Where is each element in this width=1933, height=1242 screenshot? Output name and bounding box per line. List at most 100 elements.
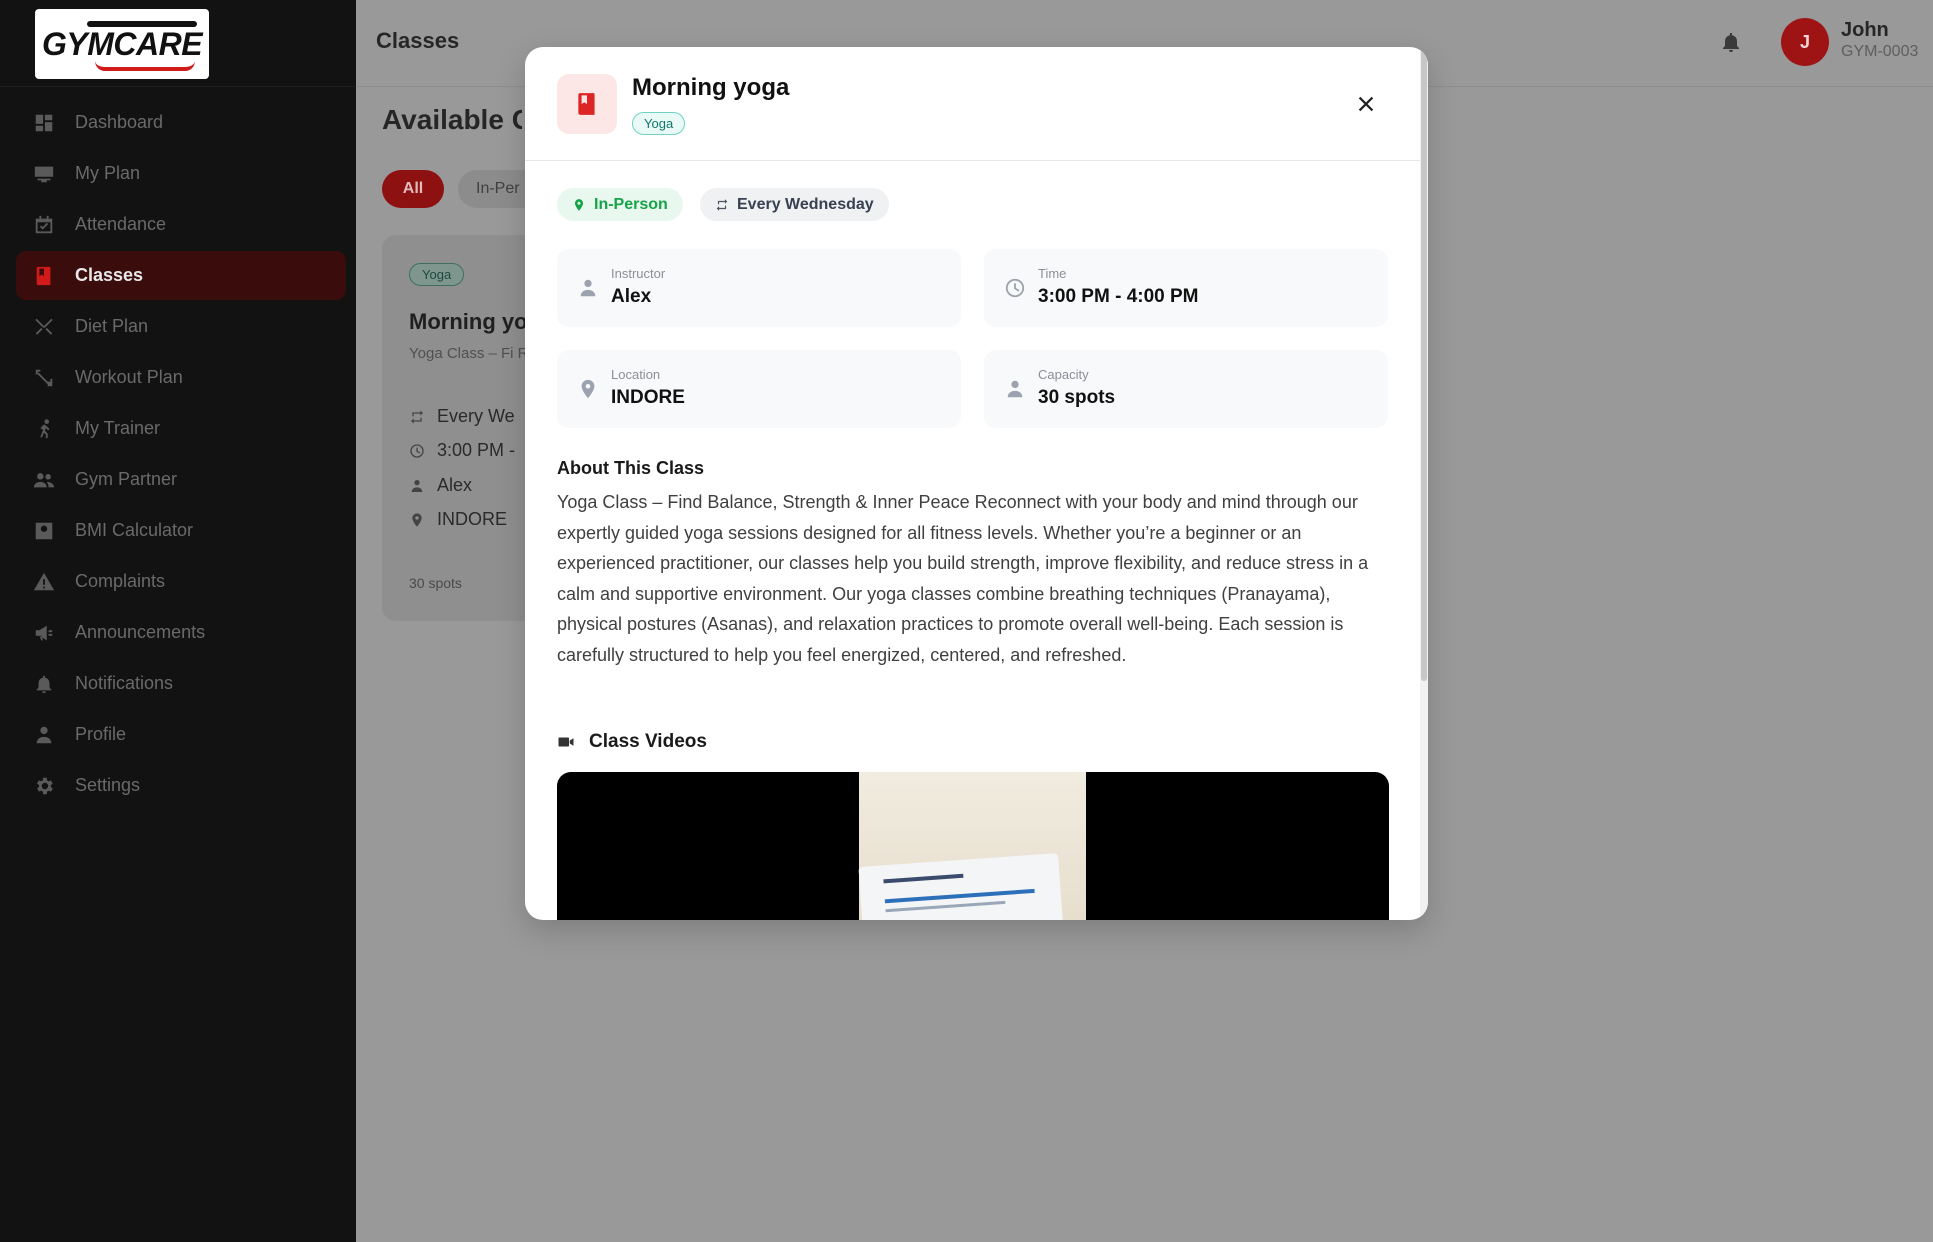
paper-line (883, 873, 964, 884)
sidebar-item-label: Attendance (75, 214, 167, 234)
time-label: Time (1038, 266, 1067, 281)
paper-line (885, 900, 1006, 913)
logo-swoosh (95, 61, 195, 71)
sidebar-item-bmi-calculator[interactable]: BMI Calculator (16, 506, 346, 555)
sidebar-item-label: Gym Partner (75, 469, 178, 489)
people-icon (33, 469, 55, 491)
capacity-label: Capacity (1038, 367, 1089, 382)
plan-icon (33, 163, 55, 185)
filter-in-person-button[interactable]: In-Per (458, 170, 528, 208)
dashboard-icon (33, 112, 55, 134)
page-title: Available C (382, 104, 522, 135)
calendar-check-icon (33, 214, 55, 236)
sidebar-item-label: Settings (75, 775, 141, 795)
sidebar-item-attendance[interactable]: Attendance (16, 200, 346, 249)
mode-chip-text: In-Person (594, 195, 668, 213)
sidebar-item-dashboard[interactable]: Dashboard (16, 98, 346, 147)
sidebar-item-label: Classes (75, 265, 144, 285)
gear-icon (33, 775, 55, 797)
clock-icon (409, 443, 425, 459)
trainer-icon (33, 418, 55, 440)
sidebar-item-profile[interactable]: Profile (16, 710, 346, 759)
people-icon (1004, 378, 1026, 400)
sidebar-item-gym-partner[interactable]: Gym Partner (16, 455, 346, 504)
sidebar-item-label: Diet Plan (75, 316, 149, 336)
sidebar-item-my-trainer[interactable]: My Trainer (16, 404, 346, 453)
class-video-player[interactable] (557, 772, 1389, 920)
person-icon (577, 277, 599, 299)
sidebar-nav: Dashboard My Plan Attendance Classes Die… (16, 98, 346, 812)
person-icon (33, 724, 55, 746)
person-icon (409, 478, 425, 494)
gymcare-logo[interactable]: GYMCARE (35, 9, 209, 79)
repeat-icon (409, 409, 425, 425)
book-icon (557, 74, 617, 134)
time-value: 3:00 PM - 4:00 PM (1038, 286, 1199, 307)
schedule-chip: Every Wednesday (700, 188, 889, 221)
class-detail-modal: Morning yoga Yoga In-Person Every Wednes… (525, 47, 1428, 920)
class-card-schedule-text: Every We (437, 406, 515, 426)
location-value: INDORE (611, 387, 685, 408)
sidebar-item-label: BMI Calculator (75, 520, 194, 540)
utensils-icon (33, 316, 55, 338)
sidebar-item-settings[interactable]: Settings (16, 761, 346, 810)
book-icon (33, 265, 55, 287)
sidebar-item-label: Dashboard (75, 112, 164, 132)
video-thumbnail-paper (858, 853, 1064, 920)
location-pin-icon (577, 378, 599, 400)
time-info-card: Time 3:00 PM - 4:00 PM (984, 249, 1388, 327)
sidebar-item-label: Profile (75, 724, 127, 744)
class-card-spots: 30 spots (409, 575, 462, 591)
class-card-tag: Yoga (409, 263, 465, 286)
class-card-instructor: Alex (409, 475, 472, 496)
about-text: Yoga Class – Find Balance, Strength & In… (557, 492, 1369, 665)
avatar[interactable]: J (1781, 18, 1829, 66)
dumbbell-icon (33, 367, 55, 389)
bell-icon (33, 673, 55, 695)
warning-icon (33, 571, 55, 593)
instructor-label: Instructor (611, 266, 666, 281)
class-card-time-text: 3:00 PM - (437, 440, 516, 460)
calculator-icon (33, 520, 55, 542)
sidebar-item-notifications[interactable]: Notifications (16, 659, 346, 708)
location-pin-icon (409, 512, 425, 528)
about-heading: About This Class (557, 458, 705, 478)
sidebar-item-label: Notifications (75, 673, 174, 693)
sidebar-item-my-plan[interactable]: My Plan (16, 149, 346, 198)
instructor-value: Alex (611, 286, 652, 307)
mode-chip: In-Person (557, 188, 683, 221)
class-card-instructor-text: Alex (437, 475, 473, 495)
location-info-card: Location INDORE (557, 350, 961, 428)
location-pin-icon (574, 198, 584, 211)
modal-category-tag: Yoga (632, 112, 686, 135)
sidebar-item-diet-plan[interactable]: Diet Plan (16, 302, 346, 351)
user-id: GYM-0003 (1841, 43, 1919, 60)
sidebar-item-label: Complaints (75, 571, 166, 591)
class-card-location: INDORE (409, 509, 507, 530)
modal-scrollbar-thumb[interactable] (1421, 49, 1427, 681)
modal-header: Morning yoga Yoga (525, 47, 1420, 161)
clock-icon (1004, 277, 1026, 299)
sidebar-item-announcements[interactable]: Announcements (16, 608, 346, 657)
sidebar-item-label: My Trainer (75, 418, 161, 438)
notification-bell-icon[interactable] (1719, 30, 1743, 54)
megaphone-icon (33, 622, 55, 644)
logo-text: GYMCARE (41, 25, 203, 62)
class-card-schedule: Every We (409, 406, 515, 427)
class-videos-heading: Class Videos (557, 731, 707, 753)
sidebar-item-label: My Plan (75, 163, 141, 183)
sidebar-item-workout-plan[interactable]: Workout Plan (16, 353, 346, 402)
modal-scrollbar[interactable] (1420, 47, 1428, 920)
close-button[interactable] (1351, 89, 1381, 119)
sidebar-item-label: Announcements (75, 622, 206, 642)
header-title: Classes (376, 28, 460, 53)
sidebar-item-label: Workout Plan (75, 367, 183, 387)
sidebar-item-classes[interactable]: Classes (16, 251, 346, 300)
modal-title: Morning yoga (632, 74, 790, 101)
class-card[interactable]: Yoga Morning yo Yoga Class – Fi Reconnec… (382, 235, 532, 621)
repeat-icon (716, 198, 728, 211)
filter-all-button[interactable]: All (382, 170, 444, 208)
class-card-name: Morning yo (409, 309, 528, 334)
sidebar: GYMCARE Dashboard My Plan Attendance Cla… (0, 0, 356, 1242)
sidebar-item-complaints[interactable]: Complaints (16, 557, 346, 606)
